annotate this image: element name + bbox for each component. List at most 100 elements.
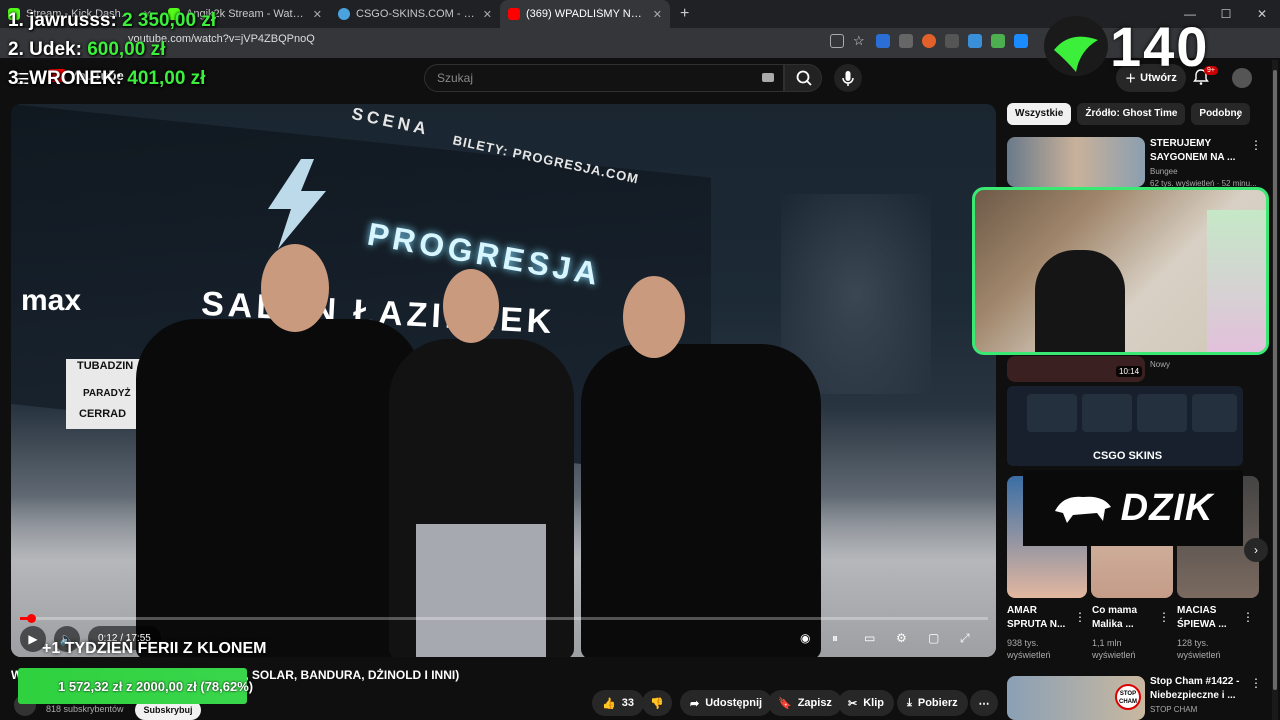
maximize-icon[interactable]: ☐	[1208, 0, 1244, 28]
video-person-left	[136, 319, 421, 657]
save-bookmark-icon: 🔖	[778, 697, 792, 710]
download-button[interactable]: ⤓ Pobierz	[897, 690, 968, 716]
leaderboard-row: 2. Udek: 600,00 zł	[8, 35, 216, 64]
rec-thumb-text: STOP CHAM	[1115, 684, 1141, 710]
donation-leaderboard: 1. jawrusss: 2 350,00 zł 2. Udek: 600,00…	[8, 6, 216, 93]
chip-similar[interactable]: Podobne	[1191, 103, 1251, 125]
shorts-next-button[interactable]: ›	[1244, 538, 1268, 562]
leaderboard-name: 3. WRONEK:	[8, 68, 122, 89]
video-progress-bar[interactable]	[20, 617, 988, 620]
extension-icon[interactable]	[991, 34, 1005, 48]
rec-title[interactable]: Stop Cham #1422 - Niebezpieczne i ...	[1150, 675, 1245, 703]
theater-mode-icon[interactable]: ▢	[928, 626, 939, 650]
search-button[interactable]	[784, 64, 822, 92]
leaderboard-amount: 600,00 zł	[87, 39, 166, 60]
dislike-button[interactable]: 👎	[642, 690, 672, 716]
rec-thumbnail[interactable]	[1007, 137, 1145, 187]
leaderboard-amount: 2 350,00 zł	[122, 10, 217, 31]
close-tab-icon[interactable]: ✕	[483, 8, 492, 21]
new-badge: Nowy	[1150, 360, 1171, 369]
short-title[interactable]: AMAR SPRUTA N...	[1007, 604, 1072, 632]
dzik-banner: DZIK	[1023, 470, 1243, 546]
short-title[interactable]: MACIAS ŚPIEWA ...	[1177, 604, 1232, 632]
video-sign-max: max	[21, 284, 82, 317]
short-views: 938 tys. wyświetleń	[1007, 638, 1051, 660]
chip-all[interactable]: Wszystkie	[1007, 103, 1072, 125]
rec-channel[interactable]: STOP CHAM	[1150, 704, 1197, 716]
more-dots-icon[interactable]: ⋮	[1158, 610, 1170, 624]
download-icon: ⤓	[907, 696, 912, 709]
video-player[interactable]: SCENA BILETY: PROGRESJA.COM PROGRESJA SA…	[11, 104, 996, 657]
youtube-favicon-icon	[508, 8, 520, 20]
short-views: 128 tys. wyświetleń	[1177, 638, 1221, 660]
rec-title[interactable]: STERUJEMY SAYGONEM NA ...	[1150, 137, 1245, 165]
extension-icon[interactable]	[922, 34, 936, 48]
more-dots-icon[interactable]: ⋮	[1242, 610, 1254, 624]
voice-search-button[interactable]	[834, 64, 862, 92]
rec-channel[interactable]: Bungee	[1150, 166, 1178, 178]
csgo-favicon-icon	[338, 8, 350, 20]
leaderboard-row: 1. jawrusss: 2 350,00 zł	[8, 6, 216, 35]
like-count: 33	[621, 697, 634, 709]
chevron-right-icon[interactable]: ›	[1236, 107, 1241, 123]
tab-title: (369) WPADLIŚMY NA BUNGEE	[526, 8, 647, 20]
video-person-middle-head	[443, 269, 499, 343]
more-dots-icon[interactable]: ⋮	[1074, 610, 1086, 624]
like-button[interactable]: 👍 33	[592, 690, 644, 716]
extension-icon[interactable]	[945, 34, 959, 48]
fullscreen-icon[interactable]: ⤢	[960, 626, 970, 650]
chip-source[interactable]: Źródło: Ghost Time	[1077, 103, 1186, 125]
browser-tab-active[interactable]: (369) WPADLIŚMY NA BUNGEE ✕	[500, 0, 670, 28]
settings-gear-icon[interactable]: ⚙	[896, 626, 907, 650]
browser-tab[interactable]: CSGO-SKINS.COM - Najlepsze ✕	[330, 0, 500, 28]
video-person-left-head	[261, 244, 329, 332]
bull-logo-icon	[1044, 16, 1108, 76]
subscriber-count: 818 subskrybentów	[46, 704, 124, 714]
search-input[interactable]: Szukaj	[424, 64, 784, 92]
skin-card	[1027, 394, 1077, 432]
more-actions-button[interactable]: ⋯	[970, 690, 998, 716]
skin-card	[1137, 394, 1187, 432]
extension-icon[interactable]	[968, 34, 982, 48]
short-title[interactable]: Co mama Malika ...	[1092, 604, 1154, 632]
account-avatar[interactable]	[1232, 68, 1252, 88]
pause-small-icon[interactable]: ⏸	[832, 626, 838, 650]
more-dots-icon[interactable]: ⋮	[1250, 676, 1262, 690]
close-window-icon[interactable]: ✕	[1244, 0, 1280, 28]
stream-counter: 140	[1110, 15, 1210, 78]
extension-icon[interactable]	[1014, 34, 1028, 48]
webcam-shelf	[1207, 210, 1266, 352]
keyboard-icon[interactable]	[762, 73, 774, 82]
more-dots-icon[interactable]: ⋮	[1250, 138, 1262, 152]
thumbs-up-icon: 👍	[602, 697, 616, 710]
video-sign-cerrad: CERRAD	[79, 408, 127, 420]
download-label: Pobierz	[917, 697, 958, 709]
extension-icon[interactable]	[876, 34, 890, 48]
bookmark-star-icon[interactable]: ☆	[853, 34, 867, 48]
autoplay-toggle-icon[interactable]: ◉	[800, 626, 810, 650]
extension-icon[interactable]	[899, 34, 913, 48]
rec-thumbnail[interactable]: STOP CHAM	[1007, 676, 1145, 720]
new-tab-button[interactable]: +	[670, 5, 699, 23]
microphone-icon	[842, 71, 854, 86]
close-tab-icon[interactable]: ✕	[313, 8, 322, 21]
video-person-middle-jeans	[416, 524, 546, 657]
video-sign-tubadzin: TUBADZIN	[77, 360, 134, 372]
share-label: Udostępnij	[705, 697, 763, 709]
install-icon[interactable]	[830, 34, 844, 48]
filter-chips: Wszystkie Źródło: Ghost Time Podobne	[1007, 103, 1251, 125]
subtitles-icon[interactable]: ▭	[864, 626, 875, 650]
dzik-logo-text: DZIK	[1120, 486, 1214, 529]
video-scrubber-handle[interactable]	[27, 614, 36, 623]
scrollbar-thumb[interactable]	[1273, 70, 1277, 690]
tab-title: CSGO-SKINS.COM - Najlepsze	[356, 8, 477, 20]
donation-goal-text: 1 572,32 zł z 2000,00 zł (78,62%)	[58, 679, 254, 694]
share-button[interactable]: ➦ Udostępnij	[680, 690, 773, 716]
lightning-logo-icon	[268, 159, 326, 249]
save-button[interactable]: 🔖 Zapisz	[768, 690, 842, 716]
extension-icons: ☆	[830, 34, 1028, 48]
csgo-skins-logo: CSGO SKINS	[1093, 450, 1163, 462]
chapter-title[interactable]: +1 TYDZIEŃ FERII Z KLONEM	[42, 640, 266, 658]
close-tab-icon[interactable]: ✕	[653, 8, 662, 21]
clip-button[interactable]: ✂ Klip	[838, 690, 894, 716]
